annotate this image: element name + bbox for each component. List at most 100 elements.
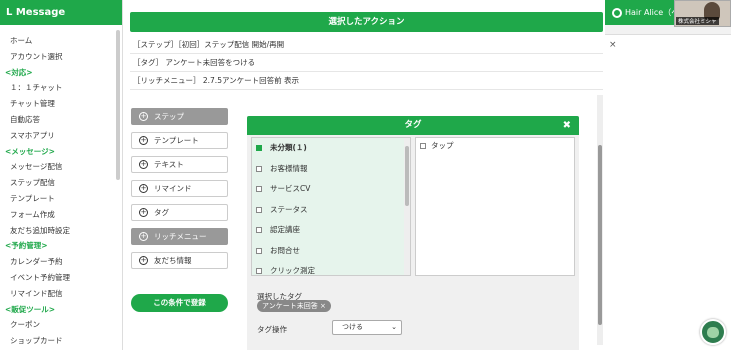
action-type-button[interactable]: + タグ <box>131 204 228 221</box>
tag-category-item[interactable]: クリック測定 <box>252 261 410 275</box>
plus-circle-icon: + <box>139 208 148 217</box>
tag-category-label: サービスCV <box>270 184 311 193</box>
plus-circle-icon: + <box>139 160 148 169</box>
tag-list: タップ <box>415 137 575 276</box>
sidebar-item[interactable]: ショップカード <box>0 333 122 349</box>
plus-circle-icon: + <box>139 256 148 265</box>
chat-support-button[interactable] <box>700 319 726 345</box>
action-type-button[interactable]: + ステップ <box>131 108 228 125</box>
sidebar-item[interactable]: 自動応答 <box>0 112 122 128</box>
sidebar: L Message ホーム アカウント選択 <対応> １：１チャット チャット管理 自動応… <box>0 0 123 350</box>
modal-scrollbar-thumb[interactable] <box>598 145 602 325</box>
category-scrollbar-thumb[interactable] <box>405 146 409 206</box>
tag-category-label: 認定講座 <box>270 225 300 234</box>
condition-row: ［タグ］ アンケート未回答をつける <box>130 54 603 72</box>
sidebar-item[interactable]: メッセージ配信 <box>0 159 122 175</box>
tag-operation-value: つける <box>342 323 363 331</box>
sidebar-scrollbar[interactable] <box>116 30 120 180</box>
register-button[interactable]: この条件で登録 <box>131 294 228 312</box>
sidebar-item[interactable]: リマインド配信 <box>0 286 122 302</box>
tag-panel-title: タグ ✖ <box>247 116 579 135</box>
action-type-button[interactable]: + リマインド <box>131 180 228 197</box>
sidebar-item[interactable]: フォーム作成 <box>0 207 122 223</box>
tag-category-label: クリック測定 <box>270 266 315 275</box>
tag-checkbox[interactable] <box>420 143 426 149</box>
action-modal: 選択したアクション ［ステップ］［初回］ステップ配信 開始/再開 ［タグ］ アン… <box>123 0 605 350</box>
tag-category-item[interactable]: お客様情報 <box>252 159 410 180</box>
sidebar-section-heading: <予約管理> <box>5 241 48 251</box>
tag-category-item[interactable]: サービスCV <box>252 179 410 200</box>
action-type-label: テンプレート <box>154 136 199 145</box>
sidebar-item[interactable]: カレンダー予約 <box>0 254 122 270</box>
tag-label: タップ <box>431 141 454 150</box>
action-type-button[interactable]: + 友だち情報 <box>131 252 228 269</box>
selected-tag-chip[interactable]: アンケート未回答 × <box>257 300 331 312</box>
plus-circle-icon: + <box>139 112 148 121</box>
app-title: L Message <box>0 0 122 25</box>
sidebar-item[interactable]: アカウント選択 <box>0 49 122 65</box>
chevron-down-icon: ⌄ <box>391 323 397 331</box>
sidebar-section-heading: <対応> <box>5 67 33 77</box>
action-type-buttons: + ステップ + テンプレート + テキスト + リマインド + タグ + リッチメニュー + 友だち情報 <box>131 108 229 276</box>
close-icon[interactable]: × <box>609 40 617 50</box>
action-type-button[interactable]: + リッチメニュー <box>131 228 228 245</box>
video-caption: 株式会社ミシャ <box>676 17 719 25</box>
tag-category-list: 未分類(１) お客様情報サービスCV ステータス認定講座お問合せクリック測定 <box>251 137 411 276</box>
chat-bot-icon <box>707 327 719 338</box>
tag-category-label: お問合せ <box>270 245 300 255</box>
tag-category-item[interactable]: 認定講座 <box>252 220 410 241</box>
tag-operation-select[interactable]: つける ⌄ <box>332 320 402 335</box>
sidebar-menu: ホーム アカウント選択 <対応> １：１チャット チャット管理 自動応答 スマホアプリ <メッ… <box>0 25 122 350</box>
action-type-label: 友だち情報 <box>154 256 192 265</box>
condition-row: ［リッチメニュー］ 2.7.5アンケート回答前 表示 <box>130 72 603 90</box>
category-scrollbar[interactable] <box>404 138 410 275</box>
action-type-label: タグ <box>154 208 169 217</box>
category-checkbox[interactable] <box>256 247 262 254</box>
action-type-label: リッチメニュー <box>154 232 207 241</box>
tag-category-label: ステータス <box>270 204 308 214</box>
tag-panel: タグ ✖ 未分類(１) お客様情報サービスCV ステータス認定講座お問合せクリック測… <box>247 116 579 350</box>
background-app: Hair Alice（ヘ × 株式会社ミシャ <box>605 0 731 350</box>
tag-category-label: お客様情報 <box>270 163 308 173</box>
tag-panel-title-text: タグ <box>404 120 422 130</box>
background-panel: × <box>605 34 731 350</box>
action-type-label: リマインド <box>154 184 192 193</box>
tag-operation-label: タグ操作 <box>257 325 287 334</box>
sidebar-item[interactable]: スマホアプリ <box>0 128 122 144</box>
tag-category-item[interactable]: 未分類(１) <box>252 138 410 159</box>
account-name: Hair Alice（ヘ <box>625 8 680 17</box>
condition-row: ［ステップ］［初回］ステップ配信 開始/再開 <box>130 36 603 54</box>
plus-circle-icon: + <box>139 184 148 193</box>
category-checkbox[interactable] <box>256 206 262 213</box>
tag-item[interactable]: タップ <box>416 139 574 153</box>
modal-title: 選択したアクション <box>130 12 603 32</box>
sidebar-section-heading: <販促ツール> <box>5 304 56 314</box>
sidebar-item[interactable]: 友だち追加時設定 <box>0 223 122 239</box>
modal-scrollbar[interactable] <box>597 95 603 345</box>
plus-circle-icon: + <box>139 136 148 145</box>
sidebar-item[interactable]: １：１チャット <box>0 80 122 96</box>
tag-category-item[interactable]: ステータス <box>252 200 410 221</box>
category-checkbox[interactable] <box>256 145 262 151</box>
close-icon[interactable]: ✖ <box>563 116 571 135</box>
category-checkbox[interactable] <box>256 268 262 274</box>
action-type-label: ステップ <box>154 112 184 121</box>
sidebar-item[interactable]: イベント予約管理 <box>0 270 122 286</box>
category-checkbox[interactable] <box>256 186 262 192</box>
gear-icon[interactable] <box>612 7 622 18</box>
tag-category-item[interactable]: お問合せ <box>252 241 410 262</box>
sidebar-item[interactable]: ホーム <box>0 33 122 49</box>
action-type-label: テキスト <box>154 160 184 169</box>
action-type-button[interactable]: + テキスト <box>131 156 228 173</box>
sidebar-item[interactable]: ステップ配信 <box>0 175 122 191</box>
plus-circle-icon: + <box>139 232 148 241</box>
category-checkbox[interactable] <box>256 165 262 172</box>
category-checkbox[interactable] <box>256 227 262 233</box>
sidebar-item[interactable]: チャット管理 <box>0 96 122 112</box>
sidebar-item[interactable]: クーポン <box>0 317 122 333</box>
tag-category-label: 未分類(１) <box>270 143 307 152</box>
video-overlay: 株式会社ミシャ <box>674 0 731 27</box>
sidebar-item[interactable]: テンプレート <box>0 191 122 207</box>
sidebar-section-heading: <メッセージ> <box>5 146 55 156</box>
action-type-button[interactable]: + テンプレート <box>131 132 228 149</box>
